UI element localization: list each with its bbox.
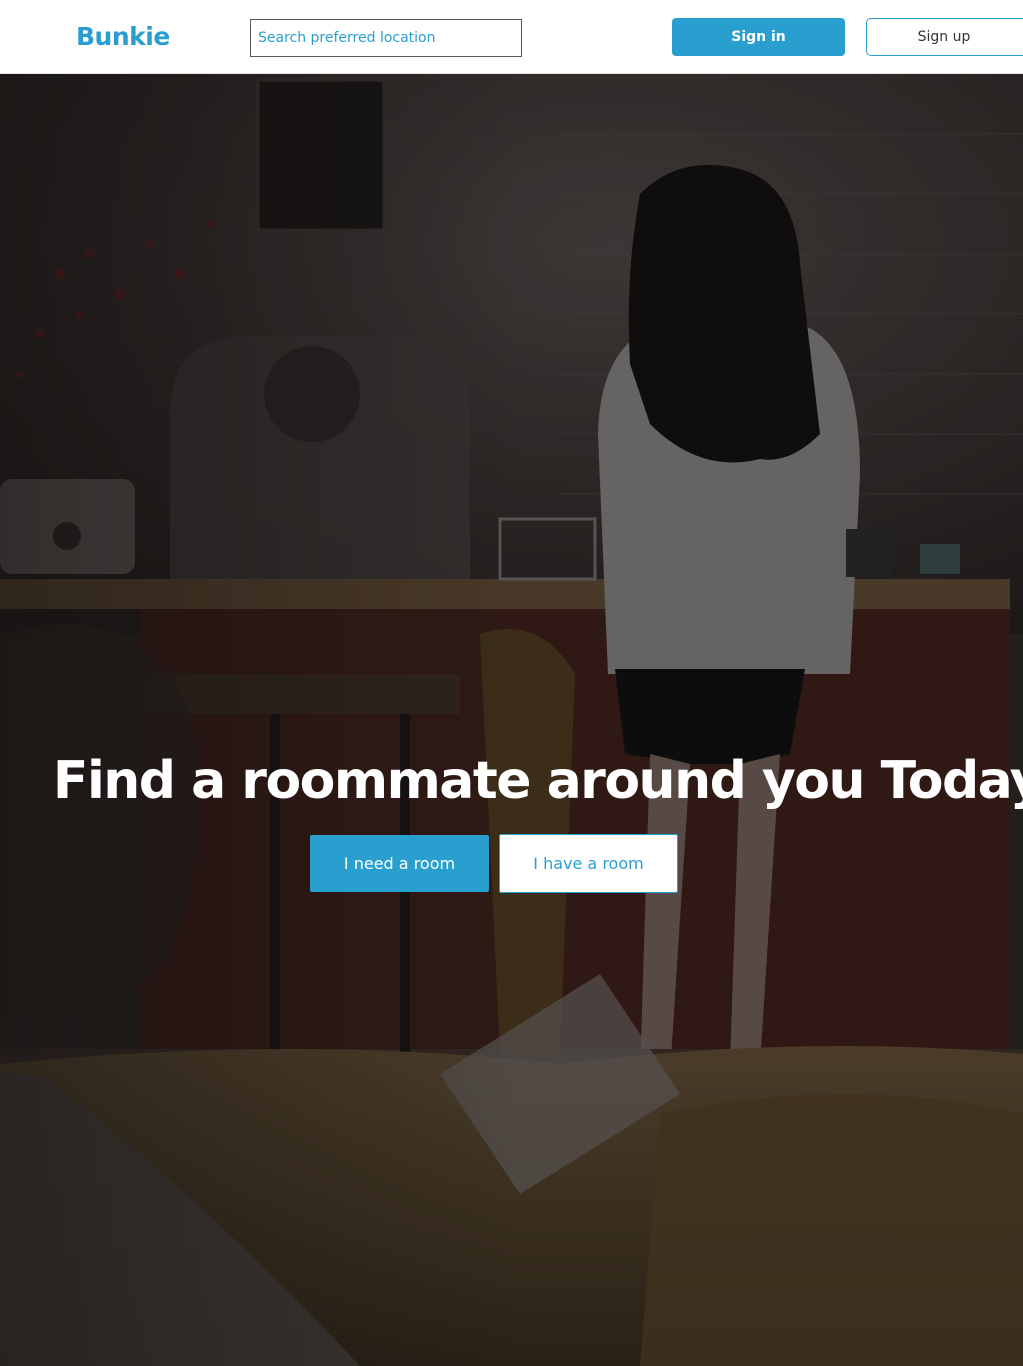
- top-nav-bar: Bunkie Sign in Sign up: [0, 0, 1023, 74]
- hero-dark-overlay: [0, 74, 1023, 1366]
- sign-in-button[interactable]: Sign in: [672, 18, 845, 56]
- hero-title: Find a roommate around you Today: [52, 751, 1023, 811]
- have-room-button[interactable]: I have a room: [499, 834, 678, 893]
- sign-up-button[interactable]: Sign up: [866, 18, 1023, 56]
- hero-section: Find a roommate around you Today I need …: [0, 74, 1023, 1366]
- need-room-button[interactable]: I need a room: [310, 835, 489, 892]
- location-search-input[interactable]: [250, 19, 522, 57]
- brand-logo[interactable]: Bunkie: [76, 22, 170, 51]
